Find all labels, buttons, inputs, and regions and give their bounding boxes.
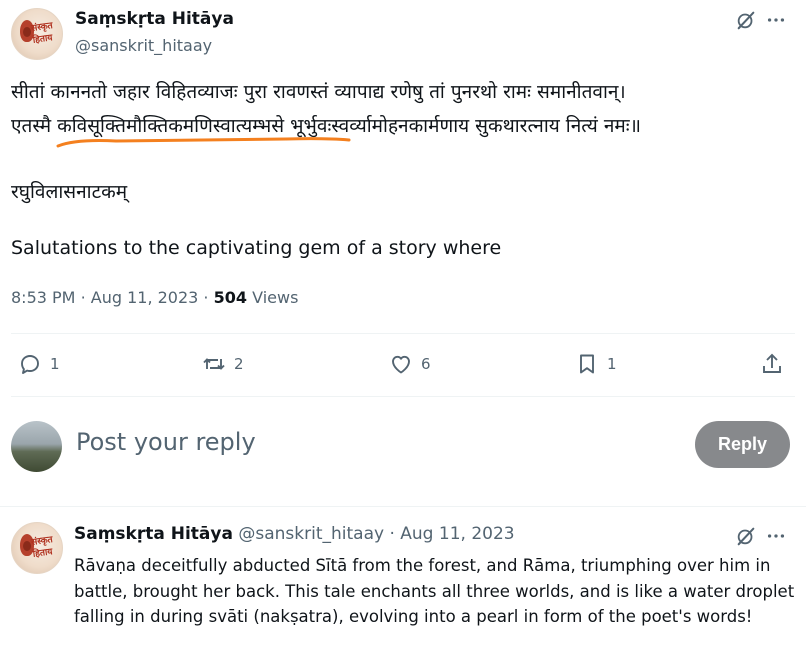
retweet-icon xyxy=(203,358,225,370)
current-user-avatar[interactable] xyxy=(11,421,62,472)
divider xyxy=(0,506,806,507)
views-label: Views xyxy=(252,288,299,307)
bookmark-action[interactable]: 1 xyxy=(575,352,617,376)
tweet-text-line-2: एतस्मै कविसूक्तिमौक्तिकमणिस्वात्यम्भसे भ… xyxy=(11,115,641,137)
retweet-action[interactable]: 2 xyxy=(202,352,244,376)
grok-icon[interactable] xyxy=(735,9,757,31)
author-name[interactable]: Saṃskṛta Hitāya xyxy=(75,9,234,29)
reply-header: Saṃskṛta Hitāya @sanskrit_hitaay · Aug 1… xyxy=(74,524,515,544)
avatar-logo-text: संस्कृत हिताय xyxy=(30,535,54,560)
reply-author-handle[interactable]: @sanskrit_hitaay xyxy=(238,524,384,544)
more-icon[interactable] xyxy=(765,9,787,31)
meta-separator: · xyxy=(80,288,86,307)
bookmark-count: 1 xyxy=(607,355,617,373)
orange-underline xyxy=(56,137,351,148)
share-icon xyxy=(763,353,781,373)
reply-icon xyxy=(21,355,39,374)
tweet-text-line-4: Salutations to the captivating gem of a … xyxy=(11,237,502,259)
meta-separator: · xyxy=(203,288,209,307)
like-action[interactable]: 6 xyxy=(389,352,431,376)
reply-author-name[interactable]: Saṃskṛta Hitāya xyxy=(74,524,233,544)
bookmark-icon xyxy=(580,354,594,374)
divider xyxy=(11,396,795,397)
tweet-text-line-1: सीतां काननतो जहार विहितव्याजः पुरा रावणस… xyxy=(11,81,626,103)
reply-action[interactable]: 1 xyxy=(18,352,60,376)
heart-icon xyxy=(392,355,410,374)
more-icon[interactable] xyxy=(765,525,787,547)
post-meta: 8:53 PM · Aug 11, 2023 · 504 Views xyxy=(11,288,298,307)
avatar-logo-text: संस्कृत हिताय xyxy=(30,21,54,46)
reply-separator: · xyxy=(389,524,395,544)
share-action[interactable] xyxy=(760,352,784,376)
retweet-count: 2 xyxy=(234,355,244,373)
reply-button[interactable]: Reply xyxy=(695,421,790,468)
post-time[interactable]: 8:53 PM xyxy=(11,288,75,307)
reply-date[interactable]: Aug 11, 2023 xyxy=(400,524,514,544)
reply-text: Rāvaṇa deceitfully abducted Sītā from th… xyxy=(74,556,795,626)
views-count: 504 xyxy=(213,288,248,307)
author-avatar[interactable]: संस्कृत हिताय xyxy=(11,8,63,60)
author-handle[interactable]: @sanskrit_hitaay xyxy=(75,36,212,55)
tweet-text-line-3: रघुविलासनाटकम् xyxy=(11,181,128,203)
reply-author-avatar[interactable]: संस्कृत हिताय xyxy=(11,522,63,574)
reply-count: 1 xyxy=(50,355,60,373)
action-bar: 1 2 6 1 xyxy=(0,346,806,386)
divider xyxy=(11,333,795,334)
like-count: 6 xyxy=(421,355,431,373)
reply-input[interactable]: Post your reply xyxy=(76,428,256,456)
post-date[interactable]: Aug 11, 2023 xyxy=(91,288,199,307)
grok-icon[interactable] xyxy=(735,525,757,547)
